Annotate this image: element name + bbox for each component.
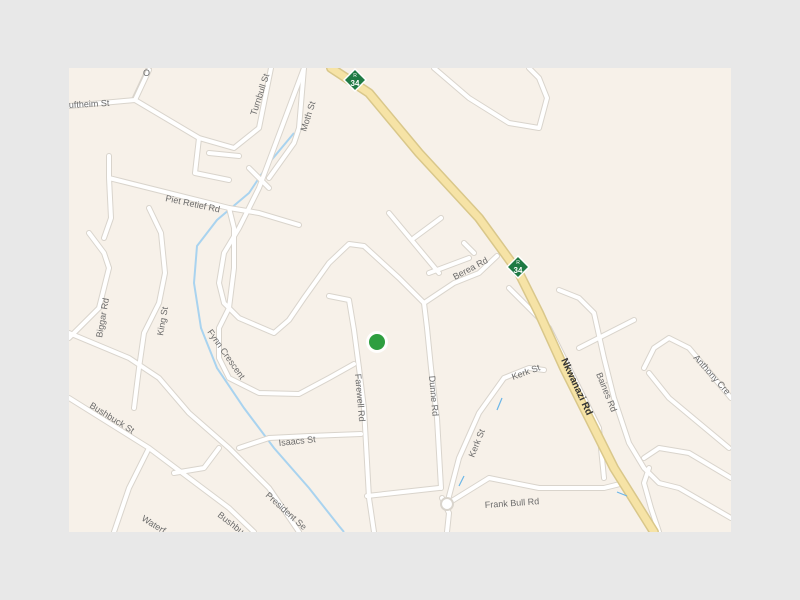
label-o-partial: O bbox=[143, 68, 150, 78]
shield-number: 34 bbox=[351, 79, 360, 88]
location-dot-icon bbox=[369, 334, 385, 350]
shield-number: 34 bbox=[514, 266, 523, 275]
location-marker[interactable] bbox=[366, 331, 388, 353]
map-canvas[interactable]: Nkwanazi Rd Piet Retief Rd Berea Rd Fynn… bbox=[69, 68, 731, 532]
map-view[interactable]: Nkwanazi Rd Piet Retief Rd Berea Rd Fynn… bbox=[69, 68, 731, 532]
roundabout bbox=[440, 497, 454, 511]
